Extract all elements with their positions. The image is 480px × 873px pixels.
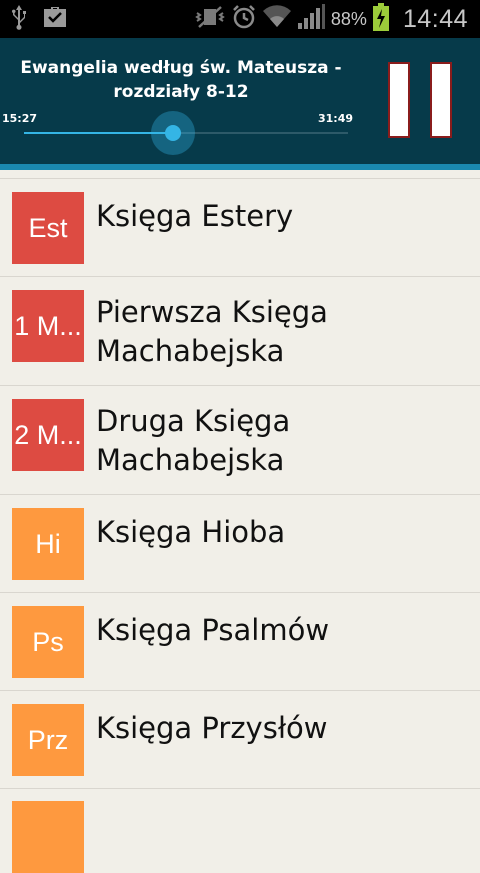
- track-title: Ewangelia według św. Mateusza - rozdział…: [20, 58, 342, 102]
- list-item[interactable]: Prz Księga Przysłów: [0, 690, 480, 788]
- total-time: 31:49: [318, 112, 354, 125]
- list-item[interactable]: Hi Księga Hioba: [0, 494, 480, 592]
- book-title: Księga Przysłów: [96, 711, 328, 745]
- wifi-icon: [262, 5, 291, 33]
- list-item[interactable]: Ps Księga Psalmów: [0, 592, 480, 690]
- audio-player: Ewangelia według św. Mateusza - rozdział…: [0, 38, 480, 164]
- seek-thumb-dot: [165, 125, 181, 141]
- pause-button[interactable]: [388, 62, 454, 138]
- book-list: Est Księga Estery 1 M... Pierwsza Księga Ma…: [0, 178, 480, 873]
- book-title: Księga Estery: [96, 199, 294, 233]
- book-title: Księga Hioba: [96, 515, 286, 549]
- battery-charging-icon: [372, 3, 389, 35]
- book-title: Pierwsza Księga Machabejska: [96, 295, 328, 368]
- briefcase-check-icon: [42, 4, 68, 34]
- book-title: Księga Psalmów: [96, 613, 330, 647]
- vibrate-icon: [195, 5, 225, 33]
- clock: 14:44: [402, 4, 468, 33]
- book-abbreviation-badge: 1 M...: [12, 290, 84, 362]
- list-item[interactable]: Est Księga Estery: [0, 178, 480, 276]
- book-abbreviation-badge: Ps: [12, 606, 84, 678]
- list-item[interactable]: 2 M... Druga Księga Machabejska: [0, 385, 480, 494]
- player-bottom-accent: [0, 164, 480, 170]
- book-abbreviation-badge: [12, 801, 84, 873]
- signal-icon: [297, 4, 325, 34]
- status-bar-system: 88% 14:44: [195, 0, 468, 38]
- list-item[interactable]: [0, 788, 480, 873]
- seek-bar-thumb[interactable]: [151, 111, 195, 155]
- book-abbreviation-badge: Prz: [12, 704, 84, 776]
- book-abbreviation-badge: Est: [12, 192, 84, 264]
- status-bar-notifications: [10, 4, 68, 34]
- book-abbreviation-badge: 2 M...: [12, 399, 84, 471]
- book-title: Druga Księga Machabejska: [96, 404, 291, 477]
- alarm-icon: [231, 4, 257, 34]
- battery-percent: 88%: [330, 8, 367, 29]
- status-bar: 88% 14:44: [0, 0, 480, 38]
- usb-icon: [10, 4, 28, 34]
- book-abbreviation-badge: Hi: [12, 508, 84, 580]
- list-item[interactable]: 1 M... Pierwsza Księga Machabejska: [0, 276, 480, 385]
- elapsed-time: 15:27: [2, 112, 38, 125]
